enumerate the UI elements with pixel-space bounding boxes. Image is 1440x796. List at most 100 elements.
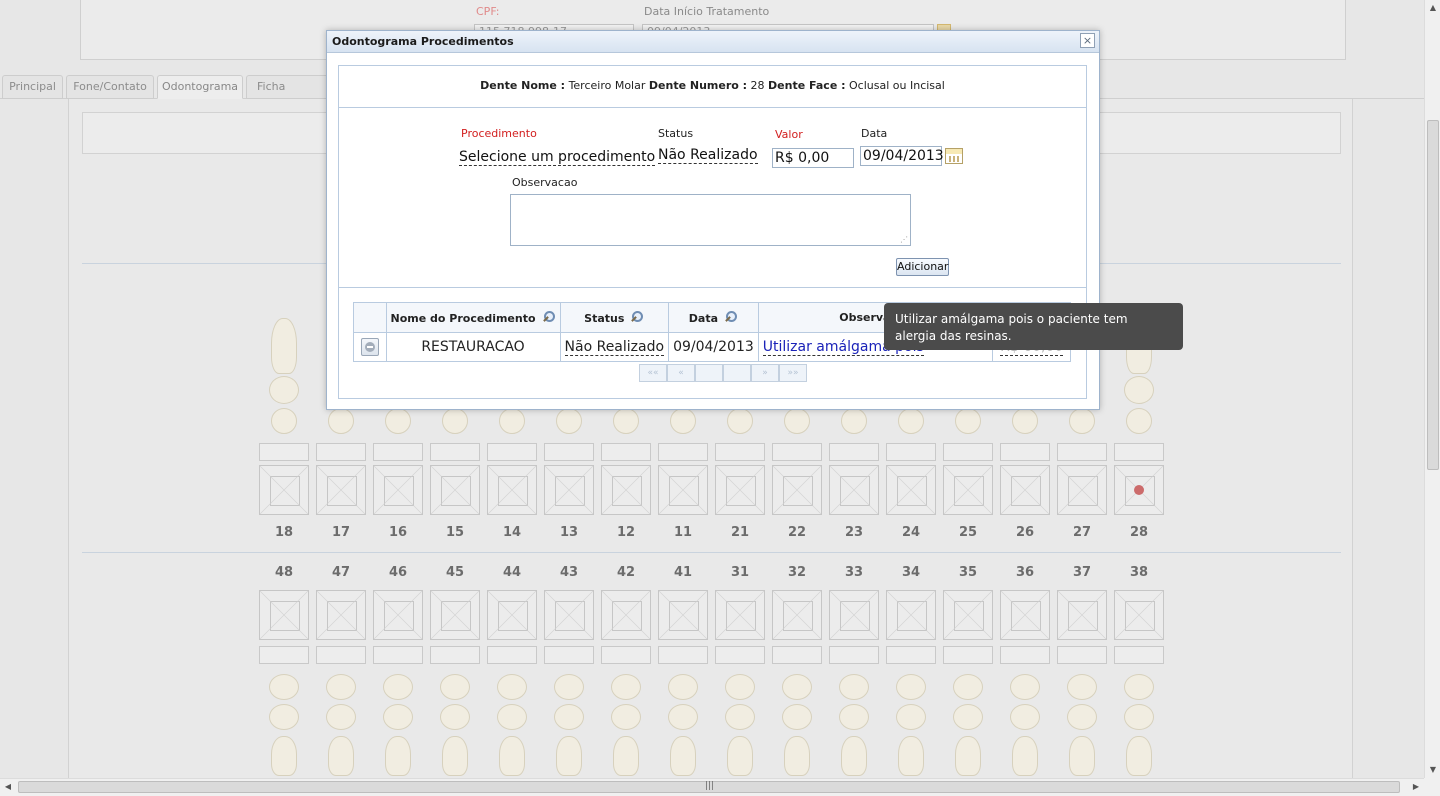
search-icon[interactable] [542,310,556,323]
col-status-header[interactable]: Status [559,302,670,333]
scroll-right-icon[interactable]: ▶ [1408,779,1424,795]
tooth-32-status-box[interactable] [772,646,822,664]
tab-odontograma[interactable]: Odontograma [157,75,243,99]
status-select[interactable]: Não Realizado [658,147,758,164]
tooth-16-status-box[interactable] [373,443,423,461]
tooth-13-faces[interactable] [544,465,594,515]
tooth-38-faces[interactable] [1114,590,1164,640]
close-icon[interactable]: × [1080,33,1095,48]
next-page-button[interactable]: » [751,364,779,382]
tooth-44-faces[interactable] [487,590,537,640]
tooth-17-faces[interactable] [316,465,366,515]
tooth-48-status-box[interactable] [259,646,309,664]
last-page-button[interactable]: »» [779,364,807,382]
tooth-27-faces[interactable] [1057,465,1107,515]
horizontal-scrollbar[interactable]: ◀ ||| ▶ [0,778,1424,796]
row-status[interactable]: Não Realizado [564,339,665,356]
adicionar-button[interactable]: Adicionar [896,258,949,276]
dialog-header[interactable]: Odontograma Procedimentos × [327,31,1099,53]
tooth-43-faces[interactable] [544,590,594,640]
tooth-18-faces[interactable] [259,465,309,515]
vertical-scrollbar[interactable]: ▲ ▼ [1424,0,1440,778]
tooth-38-status-box[interactable] [1114,646,1164,664]
tooth-41-status-box[interactable] [658,646,708,664]
page-button[interactable] [695,364,723,382]
tooth-23-status-box[interactable] [829,443,879,461]
valor-input[interactable]: R$ 0,00 [772,148,854,168]
resize-grip-icon[interactable]: ⋰ [900,235,908,244]
tooth-25-faces[interactable] [943,465,993,515]
procedimento-select[interactable]: Selecione um procedimento [459,149,656,166]
row-status-cell[interactable]: Não Realizado [559,332,670,362]
tooth-37-faces[interactable] [1057,590,1107,640]
tooth-43-status-box[interactable] [544,646,594,664]
tooth-44-status-box[interactable] [487,646,537,664]
tooth-47-faces[interactable] [316,590,366,640]
search-icon[interactable] [724,310,738,323]
tooth-14-faces[interactable] [487,465,537,515]
tooth-34-status-box[interactable] [886,646,936,664]
tooth-17-status-box[interactable] [316,443,366,461]
tooth-22-faces[interactable] [772,465,822,515]
tooth-21-faces[interactable] [715,465,765,515]
tooth-32-faces[interactable] [772,590,822,640]
scroll-down-icon[interactable]: ▼ [1425,762,1440,778]
tooth-46-faces[interactable] [373,590,423,640]
col-nome-header[interactable]: Nome do Procedimento [385,302,561,333]
tooth-27-status-box[interactable] [1057,443,1107,461]
scroll-left-icon[interactable]: ◀ [0,779,16,795]
tooth-28-status-box[interactable] [1114,443,1164,461]
tooth-14-status-box[interactable] [487,443,537,461]
remove-icon[interactable] [360,338,379,356]
tooth-42-faces[interactable] [601,590,651,640]
tooth-26-faces[interactable] [1000,465,1050,515]
tooth-15-faces[interactable] [430,465,480,515]
observacao-textarea[interactable]: ⋰ [510,194,911,246]
tab-principal[interactable]: Principal [2,75,63,99]
tooth-36-faces[interactable] [1000,590,1050,640]
tooth-33-faces[interactable] [829,590,879,640]
tooth-42-status-box[interactable] [601,646,651,664]
page-button[interactable] [723,364,751,382]
tab-fone-contato[interactable]: Fone/Contato [66,75,154,99]
tooth-15-status-box[interactable] [430,443,480,461]
tooth-21-status-box[interactable] [715,443,765,461]
tooth-25-status-box[interactable] [943,443,993,461]
scroll-up-icon[interactable]: ▲ [1425,0,1440,16]
tooth-46-status-box[interactable] [373,646,423,664]
tooth-26-status-box[interactable] [1000,443,1050,461]
tooth-24-status-box[interactable] [886,443,936,461]
tooth-22-status-box[interactable] [772,443,822,461]
tooth-36-status-box[interactable] [1000,646,1050,664]
search-icon[interactable] [630,310,644,323]
tooth-45-faces[interactable] [430,590,480,640]
scrollbar-thumb[interactable] [1427,120,1439,470]
tooth-33-status-box[interactable] [829,646,879,664]
tooth-47-status-box[interactable] [316,646,366,664]
row-action-cell[interactable] [353,332,387,362]
tooth-18-status-box[interactable] [259,443,309,461]
tooth-31-status-box[interactable] [715,646,765,664]
tooth-13-status-box[interactable] [544,443,594,461]
tooth-31-faces[interactable] [715,590,765,640]
tooth-37-status-box[interactable] [1057,646,1107,664]
tooth-11-faces[interactable] [658,465,708,515]
tooth-48-faces[interactable] [259,590,309,640]
tooth-45-status-box[interactable] [430,646,480,664]
tooth-41-faces[interactable] [658,590,708,640]
tooth-11-status-box[interactable] [658,443,708,461]
tooth-12-faces[interactable] [601,465,651,515]
first-page-button[interactable]: «« [639,364,667,382]
col-data-header[interactable]: Data [668,302,759,333]
tooth-24-faces[interactable] [886,465,936,515]
tooth-12-status-box[interactable] [601,443,651,461]
tooth-35-status-box[interactable] [943,646,993,664]
tooth-28-faces[interactable] [1114,465,1164,515]
calendar-icon[interactable] [945,148,963,164]
tooth-35-faces[interactable] [943,590,993,640]
tooth-23-faces[interactable] [829,465,879,515]
tooth-16-faces[interactable] [373,465,423,515]
data-input[interactable]: 09/04/2013 [860,146,944,166]
tooth-34-faces[interactable] [886,590,936,640]
prev-page-button[interactable]: « [667,364,695,382]
